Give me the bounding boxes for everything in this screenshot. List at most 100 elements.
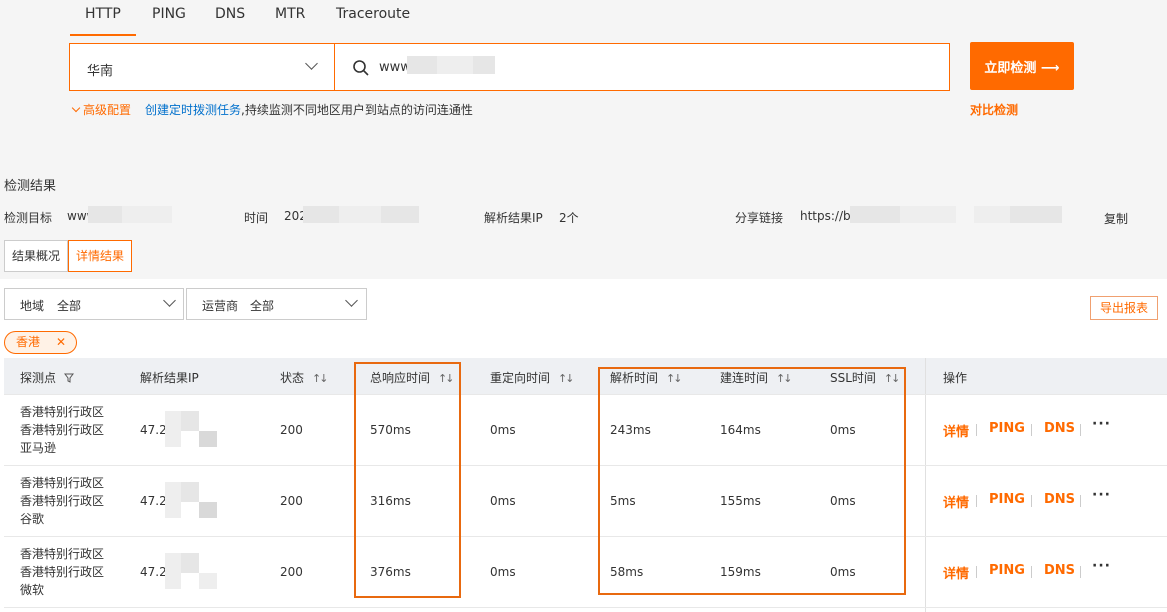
redaction-mask	[165, 411, 181, 447]
dns-action[interactable]: DNS	[1044, 492, 1075, 507]
details-action[interactable]: 详情	[943, 492, 969, 511]
target-label: 检测目标	[4, 211, 53, 225]
dns-action[interactable]: DNS	[1044, 563, 1075, 578]
ping-action[interactable]: PING	[989, 492, 1025, 507]
start-check-label: 立即检测 ⟶	[984, 60, 1060, 76]
sort-icon[interactable]: ↑↓	[312, 372, 329, 385]
isp-filter-select[interactable]: 运营商 全部	[186, 288, 367, 320]
details-action[interactable]: 详情	[943, 563, 969, 582]
close-icon[interactable]: ✕	[56, 332, 66, 353]
probe-location: 香港特别行政区 香港特别行政区 微软	[20, 547, 105, 597]
action-divider	[1080, 495, 1081, 507]
region-filter-select[interactable]: 地域 全部	[4, 288, 184, 320]
resolved-ip-label: 解析结果IP	[484, 211, 543, 225]
row-divider	[4, 394, 1167, 395]
more-icon[interactable]: ···	[1092, 487, 1111, 503]
isp-filter-label: 运营商	[202, 299, 239, 313]
redirect-time: 0ms	[490, 494, 516, 508]
status-code: 200	[280, 565, 303, 579]
start-check-button[interactable]: 立即检测 ⟶	[970, 42, 1074, 90]
action-divider	[1031, 495, 1032, 507]
redaction-mask	[122, 206, 172, 223]
column-header-redirect-time[interactable]: 重定向时间 ↑↓	[490, 369, 575, 386]
redaction-mask	[1010, 206, 1062, 223]
resolved-ip: 47.2	[140, 423, 167, 437]
sort-icon[interactable]: ↑↓	[558, 372, 575, 385]
redaction-mask	[407, 56, 437, 74]
isp-filter-value: 全部	[250, 299, 275, 313]
redaction-mask	[199, 431, 217, 447]
column-header-probe[interactable]: 探测点	[20, 369, 74, 386]
action-divider	[976, 566, 977, 578]
tab-ping[interactable]: PING	[152, 6, 186, 22]
resolved-ip: 47.2	[140, 565, 167, 579]
action-divider	[976, 424, 977, 436]
active-tab-indicator	[70, 34, 136, 36]
redaction-mask	[381, 206, 419, 223]
row-divider	[4, 536, 1167, 537]
column-header-status[interactable]: 状态 ↑↓	[280, 369, 329, 386]
action-divider	[976, 495, 977, 507]
advanced-config-label: 高级配置	[83, 103, 132, 117]
chevron-down-icon	[71, 103, 81, 113]
action-divider	[1031, 424, 1032, 436]
filter-chip-label: 香港	[16, 335, 41, 349]
row-divider	[4, 465, 1167, 466]
status-code: 200	[280, 423, 303, 437]
dns-action[interactable]: DNS	[1044, 421, 1075, 436]
chevron-down-icon	[305, 57, 318, 70]
tab-result-overview[interactable]: 结果概况	[4, 240, 69, 272]
tab-mtr[interactable]: MTR	[275, 6, 305, 22]
redaction-mask	[303, 206, 339, 223]
tab-dns[interactable]: DNS	[215, 6, 245, 22]
url-input[interactable]: www	[334, 43, 950, 91]
schedule-description: ,持续监测不同地区用户到站点的访问连通性	[241, 103, 473, 117]
region-select[interactable]: 华南	[69, 43, 334, 91]
ping-action[interactable]: PING	[989, 563, 1025, 578]
chevron-down-icon	[163, 294, 176, 307]
share-link-value: https://b	[800, 209, 851, 223]
export-report-button[interactable]: 导出报表	[1090, 296, 1158, 320]
probe-location: 香港特别行政区 香港特别行政区 亚马逊	[20, 405, 105, 455]
row-divider	[4, 607, 1167, 608]
column-header-actions: 操作	[943, 371, 968, 385]
redaction-mask	[88, 206, 122, 223]
tab-http[interactable]: HTTP	[85, 6, 121, 22]
redaction-mask	[165, 482, 181, 518]
redaction-mask	[437, 56, 473, 74]
redaction-mask	[181, 553, 199, 573]
details-action[interactable]: 详情	[943, 421, 969, 440]
schedule-hint: 创建定时拨测任务,持续监测不同地区用户到站点的访问连通性	[145, 101, 473, 118]
compare-check-link[interactable]: 对比检测	[970, 101, 1018, 118]
filter-icon[interactable]	[63, 373, 74, 383]
status-code: 200	[280, 494, 303, 508]
more-icon[interactable]: ···	[1092, 416, 1111, 432]
redirect-time: 0ms	[490, 423, 516, 437]
tab-traceroute[interactable]: Traceroute	[336, 6, 410, 22]
column-divider	[925, 358, 926, 612]
redaction-mask	[339, 206, 381, 223]
resolved-ip: 47.2	[140, 494, 167, 508]
chevron-down-icon	[345, 294, 358, 307]
resolved-ip-count[interactable]: 2个	[559, 209, 579, 226]
region-filter-value: 全部	[57, 299, 82, 313]
action-divider	[1080, 566, 1081, 578]
more-icon[interactable]: ···	[1092, 558, 1111, 574]
redaction-mask	[199, 502, 217, 518]
highlight-box-timing-breakdown	[598, 367, 906, 595]
column-header-ip: 解析结果IP	[140, 371, 199, 385]
tab-result-details[interactable]: 详情结果	[68, 240, 133, 272]
redaction-mask	[181, 411, 199, 431]
redaction-mask	[165, 553, 181, 589]
redaction-mask	[974, 206, 1010, 223]
copy-link-button[interactable]: 复制	[1104, 210, 1128, 227]
advanced-config-toggle[interactable]: 高级配置	[71, 101, 131, 118]
redaction-mask	[473, 56, 495, 74]
create-schedule-link[interactable]: 创建定时拨测任务	[145, 103, 241, 117]
search-icon	[353, 60, 369, 76]
probe-location: 香港特别行政区 香港特别行政区 谷歌	[20, 476, 105, 526]
ping-action[interactable]: PING	[989, 421, 1025, 436]
region-filter-label: 地域	[20, 299, 45, 313]
redaction-mask	[199, 573, 217, 589]
filter-chip-hongkong: 香港 ✕	[4, 331, 77, 354]
